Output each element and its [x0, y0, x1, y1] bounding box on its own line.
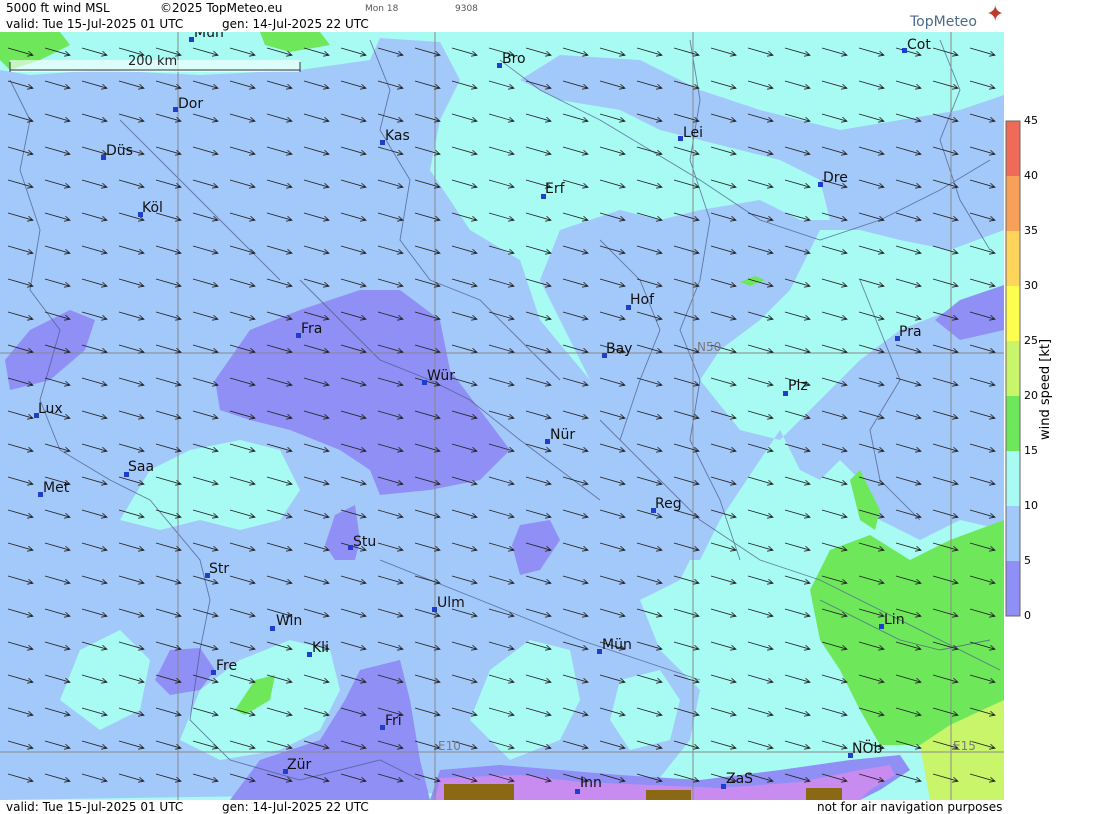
valid-time: valid: Tue 15-Jul-2025 01 UTC	[6, 17, 184, 31]
colorbar-segment	[1006, 506, 1020, 561]
city-label: Hof	[630, 292, 655, 308]
colorbar-segment	[1006, 451, 1020, 506]
city-label: Plz	[788, 378, 808, 394]
city-label: Bro	[502, 51, 526, 67]
colorbar-tick-label: 25	[1024, 334, 1038, 347]
city-label: Ulm	[437, 595, 465, 611]
colorbar-segment	[1006, 396, 1020, 451]
colorbar	[1005, 120, 1021, 617]
wind-map: 200 km N50 E10 E15 Mün Bro Cot Dor Kas L…	[0, 32, 1004, 800]
footer-gen-time: gen: 14-Jul-2025 22 UTC	[222, 800, 369, 814]
footer-valid-time: valid: Tue 15-Jul-2025 01 UTC	[6, 800, 184, 814]
colorbar-tick-label: 30	[1024, 279, 1038, 292]
logo-text: TopMeteo	[910, 14, 977, 30]
city-label: Kas	[385, 128, 410, 144]
city-label: Win	[276, 613, 302, 629]
colorbar-segment	[1006, 286, 1020, 341]
city-label: Pra	[899, 324, 922, 340]
colorbar-segment	[1006, 341, 1020, 396]
legend-title: wind speed [kt]	[1038, 338, 1053, 440]
city-label: Bay	[606, 341, 632, 357]
copyright: ©2025 TopMeteo.eu	[160, 1, 283, 15]
city-label: Inn	[580, 775, 602, 791]
colorbar-tick-label: 15	[1024, 444, 1038, 457]
day-label: Mon 18	[365, 4, 399, 14]
colorbar-segment	[1006, 121, 1020, 176]
code-label: 9308	[455, 4, 478, 14]
grid-label-n50: N50	[697, 340, 721, 354]
city-label: Köl	[142, 200, 163, 216]
brand-logo: TopMeteo ✦	[910, 2, 1004, 30]
city-label: Dre	[823, 170, 848, 186]
header-bar: 5000 ft wind MSL ©2025 TopMeteo.eu Mon 1…	[0, 0, 1004, 32]
colorbar-tick-label: 0	[1024, 609, 1031, 622]
city-label: Nür	[550, 427, 575, 443]
disclaimer: not for air navigation purposes	[817, 800, 1003, 814]
terrain-block	[806, 788, 842, 800]
grid-label-e10: E10	[438, 739, 461, 753]
grid-label-e15: E15	[953, 739, 976, 753]
colorbar-segment	[1006, 231, 1020, 286]
gen-time: gen: 14-Jul-2025 22 UTC	[222, 17, 369, 31]
city-label: ZaS	[726, 771, 753, 787]
city-label: Str	[209, 561, 229, 577]
city-label: Cot	[907, 37, 931, 53]
city-label: Fri	[385, 713, 402, 729]
city-label: Lei	[683, 125, 703, 141]
city-label: Zür	[287, 757, 311, 773]
city-label: NÖb	[852, 739, 882, 757]
colorbar-tick-label: 5	[1024, 554, 1031, 567]
city-label: Erf	[545, 181, 566, 197]
scale-label: 200 km	[128, 54, 177, 69]
colorbar-tick-label: 10	[1024, 499, 1038, 512]
footer-bar: valid: Tue 15-Jul-2025 01 UTC gen: 14-Ju…	[0, 800, 1004, 814]
city-label: Mün	[602, 637, 632, 653]
city-label: Met	[43, 480, 70, 496]
colorbar-segment	[1006, 176, 1020, 231]
city-label: Mün	[194, 32, 224, 41]
compass-icon: ✦	[986, 2, 1005, 27]
colorbar-tick-label: 40	[1024, 169, 1038, 182]
city-label: Düs	[106, 143, 133, 159]
terrain-block	[646, 790, 691, 800]
city-label: Reg	[655, 496, 682, 512]
city-label: Lux	[38, 401, 63, 417]
colorbar-segment	[1006, 561, 1020, 616]
colorbar-tick-label: 20	[1024, 389, 1038, 402]
city-label: Lin	[884, 612, 905, 628]
city-label: Saa	[128, 459, 154, 475]
city-label: Wür	[427, 368, 455, 384]
colorbar-tick-label: 35	[1024, 224, 1038, 237]
city-label: Fre	[216, 658, 237, 674]
city-label: Kli	[312, 640, 329, 656]
colorbar-tick-label: 45	[1024, 114, 1038, 127]
map-title: 5000 ft wind MSL	[6, 1, 110, 15]
city-label: Dor	[178, 96, 203, 112]
terrain-block	[444, 784, 514, 800]
city-label: Fra	[301, 321, 322, 337]
city-label: Stu	[353, 534, 376, 550]
